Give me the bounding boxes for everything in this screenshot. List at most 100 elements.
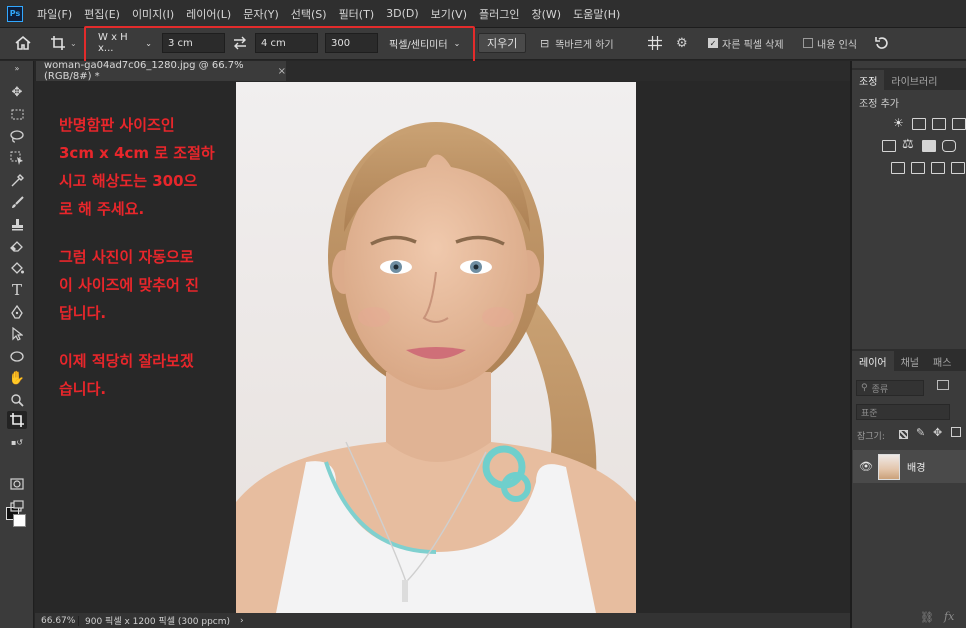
annotation-line: 이제 적당히 잘라보겠 bbox=[59, 352, 194, 370]
search-icon: ⚲ bbox=[861, 383, 868, 393]
instruction-annotation: 반명함판 사이즈인 3cm x 4cm 로 조절하 시고 해상도는 300으 로… bbox=[59, 111, 239, 403]
marquee-icon[interactable] bbox=[7, 105, 27, 123]
threshold-icon[interactable] bbox=[931, 162, 945, 174]
layer-thumbnail bbox=[878, 453, 900, 480]
menu-select[interactable]: 선택(S) bbox=[285, 6, 333, 22]
tab-libraries[interactable]: 라이브러리 bbox=[884, 70, 944, 90]
annotation-line: 반명함판 사이즈인 bbox=[59, 116, 175, 134]
crop-tool[interactable] bbox=[7, 411, 27, 429]
annotation-line: 시고 해상도는 300으 bbox=[59, 172, 198, 190]
home-icon[interactable] bbox=[14, 33, 32, 53]
layer-filter-select[interactable]: ⚲ 종류 bbox=[856, 380, 924, 396]
brightness-icon[interactable]: ☀ bbox=[893, 116, 904, 130]
paint-bucket-icon[interactable] bbox=[7, 259, 27, 277]
menu-window[interactable]: 창(W) bbox=[525, 6, 567, 22]
crop-icon[interactable]: ⌄ bbox=[50, 33, 77, 53]
type-icon[interactable]: T bbox=[7, 281, 27, 299]
eraser-icon[interactable] bbox=[7, 237, 27, 255]
menu-edit[interactable]: 편집(E) bbox=[78, 6, 126, 22]
status-bar: 66.67% 900 픽셀 x 1200 픽셀 (300 ppcm) › bbox=[35, 613, 850, 628]
lock-transparency-icon[interactable] bbox=[899, 430, 908, 439]
document-photo[interactable] bbox=[236, 82, 636, 613]
stamp-icon[interactable] bbox=[7, 215, 27, 233]
delete-cropped-checkbox[interactable]: ✓ 자른 픽셀 삭제 bbox=[708, 33, 784, 53]
menu-image[interactable]: 이미지(I) bbox=[126, 6, 180, 22]
exposure-icon[interactable] bbox=[952, 118, 966, 130]
quick-mask-icon[interactable] bbox=[7, 475, 27, 493]
lock-pixels-icon[interactable]: ✎ bbox=[916, 426, 925, 439]
tab-adjustments[interactable]: 조정 bbox=[852, 70, 885, 90]
layer-row-background[interactable]: 👁 배경 bbox=[853, 450, 966, 483]
straighten-label: 똑바르게 하기 bbox=[555, 39, 614, 51]
layer-filter-label: 종류 bbox=[871, 384, 889, 395]
menu-plugins[interactable]: 플러그인 bbox=[473, 6, 525, 22]
delete-cropped-label: 자른 픽셀 삭제 bbox=[722, 39, 784, 51]
move-icon[interactable]: ✥ bbox=[7, 83, 27, 101]
background-color-swatch[interactable] bbox=[13, 514, 26, 527]
menu-file[interactable]: 파일(F) bbox=[31, 6, 78, 22]
path-select-icon[interactable] bbox=[7, 325, 27, 343]
image-filter-icon[interactable] bbox=[937, 380, 949, 390]
screen-mode-icon[interactable] bbox=[7, 497, 27, 515]
document-tab[interactable]: woman-ga04ad7c06_1280.jpg @ 66.7% (RGB/8… bbox=[36, 60, 286, 82]
content-aware-checkbox[interactable]: 내용 인식 bbox=[803, 33, 857, 53]
tools-panel: » ✥ T ✋ ▪↺ bbox=[0, 61, 34, 628]
annotation-line: 3cm x 4cm 로 조절하 bbox=[59, 144, 215, 162]
pen-icon[interactable] bbox=[7, 303, 27, 321]
tab-paths[interactable]: 패스 bbox=[926, 351, 958, 371]
default-colors-icon[interactable]: ▪↺ bbox=[7, 433, 27, 451]
layer-name: 배경 bbox=[907, 463, 926, 474]
zoom-level[interactable]: 66.67% bbox=[35, 615, 79, 626]
adjustments-subtitle: 조정 추가 bbox=[859, 99, 899, 110]
levels-icon[interactable] bbox=[912, 118, 926, 130]
lasso-icon[interactable] bbox=[7, 127, 27, 145]
annotation-line: 로 해 주세요. bbox=[59, 200, 145, 218]
gear-icon[interactable]: ⚙ bbox=[676, 33, 688, 53]
blend-mode-select[interactable]: 표준 bbox=[856, 404, 950, 420]
document-dimensions: 900 픽셀 x 1200 픽셀 (300 ppcm) bbox=[85, 617, 231, 627]
straighten-button[interactable]: ⊟ 똑바르게 하기 bbox=[540, 33, 614, 53]
lock-position-icon[interactable]: ✥ bbox=[933, 426, 942, 439]
annotation-line: 그럼 사진이 자동으로 bbox=[59, 248, 194, 266]
object-select-icon[interactable] bbox=[7, 149, 27, 167]
grid-icon[interactable] bbox=[648, 33, 662, 53]
tab-strip bbox=[286, 61, 851, 81]
color-balance-icon[interactable]: ⚖ bbox=[902, 137, 914, 152]
eye-icon[interactable]: 👁 bbox=[859, 460, 873, 473]
reset-icon[interactable] bbox=[874, 33, 889, 53]
posterize-icon[interactable] bbox=[911, 162, 925, 174]
tab-layers[interactable]: 레이어 bbox=[852, 351, 894, 371]
close-icon[interactable]: × bbox=[278, 66, 286, 77]
adjustments-tabs: 조정 라이브러리 bbox=[852, 68, 966, 90]
eyedropper-icon[interactable] bbox=[7, 171, 27, 189]
document-tab-title: woman-ga04ad7c06_1280.jpg @ 66.7% (RGB/8… bbox=[44, 60, 244, 82]
link-icon[interactable]: ⛓ bbox=[920, 611, 934, 624]
photo-filter-icon[interactable] bbox=[942, 140, 956, 152]
fx-icon[interactable]: fx bbox=[944, 610, 954, 623]
chevron-down-icon: ⌄ bbox=[70, 38, 77, 48]
gradient-map-icon[interactable] bbox=[951, 162, 965, 174]
menu-view[interactable]: 보기(V) bbox=[425, 6, 473, 22]
portrait-image bbox=[236, 122, 636, 613]
photoshop-logo: Ps bbox=[7, 5, 23, 22]
menu-layer[interactable]: 레이어(L) bbox=[180, 6, 237, 22]
zoom-icon[interactable] bbox=[7, 391, 27, 409]
tab-channels[interactable]: 채널 bbox=[894, 351, 926, 371]
invert-icon[interactable] bbox=[891, 162, 905, 174]
annotation-line: 이 사이즈에 맞추어 진 bbox=[59, 276, 199, 294]
hand-icon[interactable]: ✋ bbox=[7, 369, 27, 387]
lock-artboard-icon[interactable] bbox=[951, 427, 961, 437]
menu-3d[interactable]: 3D(D) bbox=[380, 7, 425, 20]
brush-icon[interactable] bbox=[7, 193, 27, 211]
vibrance-icon[interactable] bbox=[882, 140, 896, 152]
black-white-icon[interactable] bbox=[922, 140, 936, 152]
menu-help[interactable]: 도움말(H) bbox=[567, 6, 626, 22]
menu-type[interactable]: 문자(Y) bbox=[237, 6, 285, 22]
collapse-icon[interactable]: » bbox=[7, 59, 27, 77]
status-arrow-icon[interactable]: › bbox=[240, 616, 244, 626]
menu-filter[interactable]: 필터(T) bbox=[333, 6, 381, 22]
annotation-line: 습니다. bbox=[59, 380, 107, 398]
curves-icon[interactable] bbox=[932, 118, 946, 130]
clear-button[interactable]: 지우기 bbox=[478, 33, 527, 53]
ellipse-icon[interactable] bbox=[7, 347, 27, 365]
